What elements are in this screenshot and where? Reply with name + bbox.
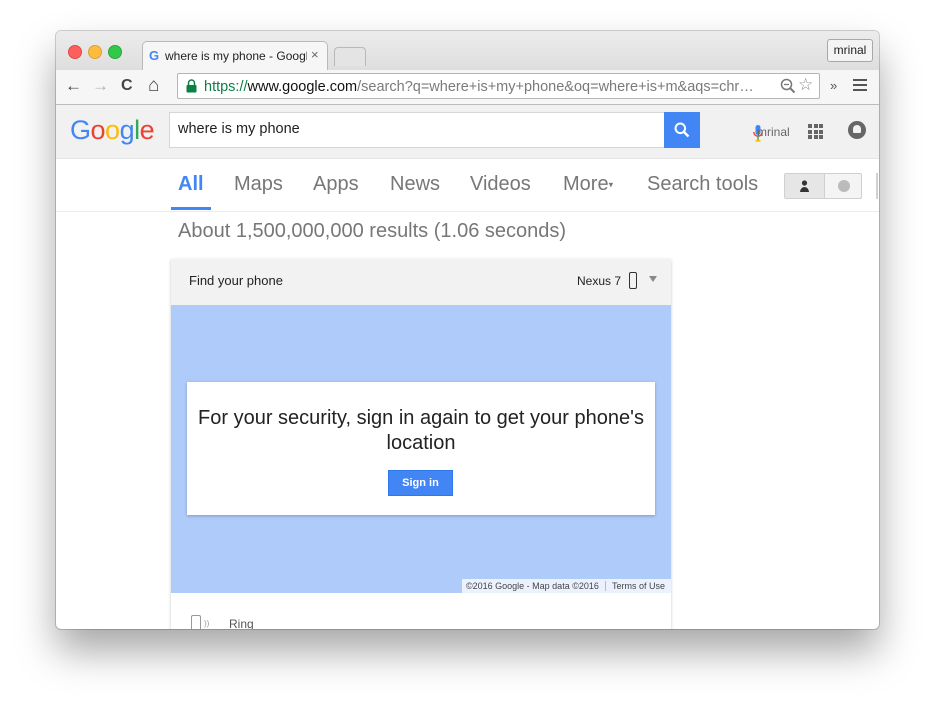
home-icon[interactable]: ⌂ — [148, 76, 159, 96]
lock-icon — [186, 79, 197, 93]
google-logo[interactable]: Google — [70, 114, 155, 146]
globe-icon[interactable] — [838, 180, 850, 192]
back-icon[interactable]: ← — [65, 76, 82, 96]
card-title: Find your phone — [189, 273, 283, 288]
ring-icon — [191, 615, 201, 629]
apps-grid-icon[interactable] — [808, 124, 823, 139]
security-message: For your security, sign in again to get … — [198, 407, 644, 454]
extensions-overflow-icon[interactable]: » — [830, 78, 837, 93]
close-window-button[interactable] — [68, 45, 82, 59]
terms-of-use-link[interactable]: Terms of Use — [612, 579, 665, 593]
map-area[interactable]: For your security, sign in again to get … — [171, 305, 671, 593]
tab-search-tools[interactable]: Search tools — [647, 173, 758, 195]
tab-news[interactable]: News — [390, 173, 440, 195]
divider — [605, 581, 606, 591]
url-path: /search?q=where+is+my+phone&oq=where+is+… — [357, 79, 754, 95]
ring-label: Ring — [229, 617, 254, 629]
search-icon — [674, 122, 690, 138]
phone-icon — [629, 272, 637, 289]
search-input[interactable] — [178, 121, 618, 137]
browser-window: G where is my phone - Google Search × mr… — [56, 31, 879, 629]
tab-more[interactable]: More▾ — [563, 173, 613, 196]
tab-maps[interactable]: Maps — [234, 173, 283, 195]
tab-all[interactable]: All — [178, 173, 204, 195]
chevron-down-icon[interactable] — [649, 276, 657, 282]
address-bar[interactable]: https://www.google.com/search?q=where+is… — [177, 73, 820, 99]
personal-results-button[interactable] — [785, 174, 825, 198]
device-selector[interactable]: Nexus 7 — [577, 274, 621, 288]
url-scheme: https:// — [204, 79, 248, 95]
tab-more-label: More — [563, 173, 609, 195]
tab-title: where is my phone - Google Search — [165, 49, 307, 63]
search-tabs: All Maps Apps News Videos More▾ Search t… — [56, 159, 879, 212]
sign-in-button[interactable]: Sign in — [388, 470, 453, 496]
google-favicon-icon: G — [149, 48, 160, 63]
tab-apps[interactable]: Apps — [313, 173, 359, 195]
close-icon[interactable]: × — [311, 48, 319, 62]
zoom-icon[interactable] — [780, 78, 796, 94]
url-text: https://www.google.com/search?q=where+is… — [204, 79, 754, 95]
map-attribution: ©2016 Google - Map data ©2016 Terms of U… — [462, 579, 671, 593]
ring-wave-icon: )) — [204, 619, 210, 628]
chevron-down-icon: ▾ — [608, 179, 614, 190]
result-stats: About 1,500,000,000 results (1.06 second… — [178, 220, 567, 242]
forward-icon[interactable]: → — [92, 76, 109, 96]
card-header: Find your phone Nexus 7 — [171, 259, 671, 305]
minimize-window-button[interactable] — [88, 45, 102, 59]
browser-toolbar: ← → C ⌂ https://www.google.com/search?q=… — [56, 70, 879, 105]
url-host: www.google.com — [247, 79, 358, 95]
tab-videos[interactable]: Videos — [470, 173, 531, 195]
account-name[interactable]: mrinal — [757, 125, 790, 139]
toggle-divider — [876, 173, 878, 199]
google-header: Google mrinal — [56, 105, 879, 159]
results-personalization-toggle — [784, 173, 862, 199]
reload-icon[interactable]: C — [121, 76, 133, 96]
search-box — [169, 112, 763, 148]
map-credit: ©2016 Google - Map data ©2016 — [466, 581, 599, 591]
ring-action[interactable]: )) Ring — [171, 593, 671, 629]
star-icon[interactable]: ☆ — [798, 76, 813, 94]
find-phone-card: Find your phone Nexus 7 For your securit… — [171, 259, 671, 629]
person-icon — [800, 180, 809, 192]
menu-icon[interactable] — [853, 79, 867, 91]
title-bar: G where is my phone - Google Search × mr… — [56, 31, 879, 71]
new-tab-button[interactable] — [334, 47, 366, 66]
signin-panel: For your security, sign in again to get … — [187, 382, 655, 515]
browser-tab[interactable]: G where is my phone - Google Search × — [142, 41, 328, 71]
search-button[interactable] — [664, 112, 700, 148]
profile-button[interactable]: mrinal — [827, 39, 873, 62]
notifications-icon[interactable] — [848, 121, 866, 139]
active-tab-indicator — [171, 207, 211, 210]
maximize-window-button[interactable] — [108, 45, 122, 59]
